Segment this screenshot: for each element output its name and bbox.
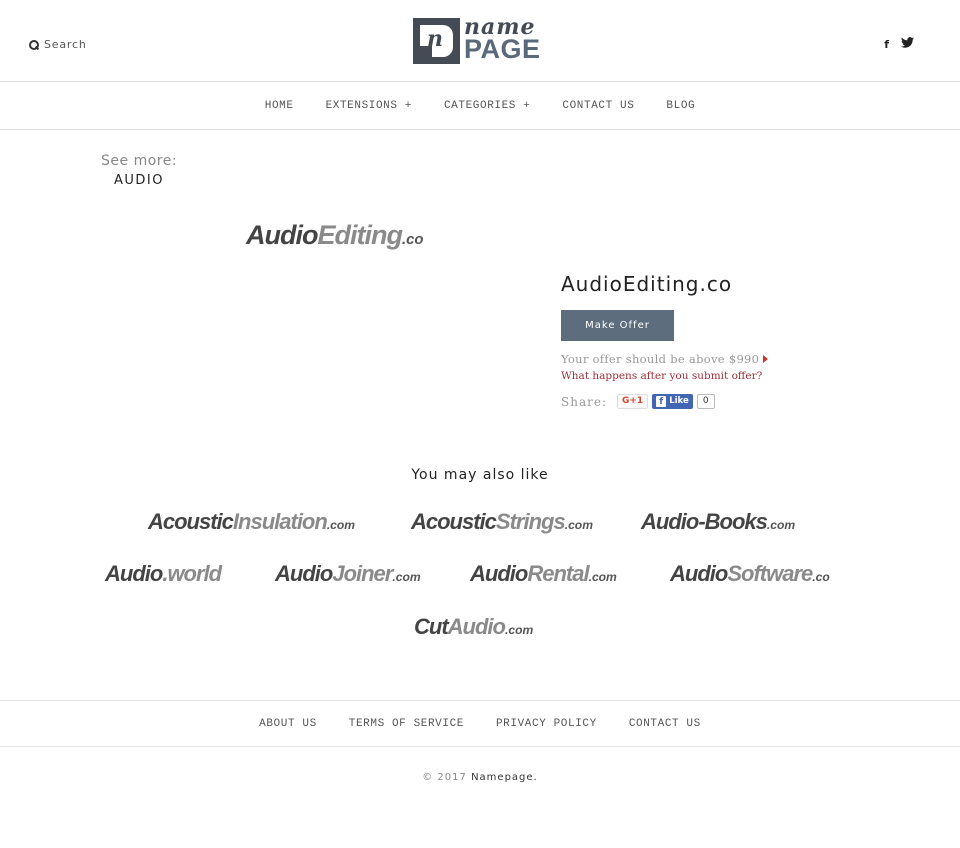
- footer-nav: ABOUT US TERMS OF SERVICE PRIVACY POLICY…: [0, 700, 960, 747]
- see-more-label: See more:: [101, 153, 178, 169]
- share-row: Share: G+1 f Like 0: [561, 394, 781, 409]
- related-domain-tld: .com: [326, 518, 356, 532]
- related-domain-part: Insulation: [232, 509, 328, 534]
- social-links: f: [884, 37, 914, 51]
- related-domain-part: Cut: [414, 614, 449, 639]
- facebook-like-label: Like: [669, 396, 689, 406]
- related-domain-item[interactable]: CutAudio.com: [414, 616, 533, 638]
- related-domain-item[interactable]: Audio.world: [105, 561, 222, 586]
- facebook-like-button[interactable]: f Like: [652, 394, 693, 409]
- logo-mark: n: [413, 18, 460, 64]
- copyright-text: © 2017: [422, 772, 467, 783]
- related-domain-item[interactable]: AudioJoiner.com: [275, 563, 421, 585]
- nav-extensions[interactable]: EXTENSIONS +: [326, 100, 412, 112]
- twitter-icon[interactable]: [901, 37, 914, 51]
- what-happens-link[interactable]: What happens after you submit offer?: [561, 370, 781, 382]
- related-domain-part: .world: [162, 561, 222, 586]
- related-domain-part: Audio: [447, 614, 506, 639]
- related-domain-part: Audio-Books: [641, 509, 768, 534]
- nav-home[interactable]: HOME: [265, 100, 294, 112]
- domain-title: AudioEditing.co: [561, 272, 733, 296]
- nav-blog[interactable]: BLOG: [666, 100, 695, 112]
- related-domain-tld: .co: [812, 570, 830, 584]
- domain-logo-part-b: Editing: [317, 220, 402, 250]
- google-plus-button[interactable]: G+1: [617, 394, 649, 409]
- footer-terms-of-service[interactable]: TERMS OF SERVICE: [349, 718, 464, 730]
- nav-contact-us[interactable]: CONTACT US: [562, 100, 634, 112]
- offer-panel: AudioEditing.co Make Offer Your offer sh…: [561, 272, 781, 409]
- related-domain-item[interactable]: AudioSoftware.co: [670, 563, 830, 585]
- related-domain-tld: .com: [392, 570, 421, 584]
- related-domain-part: Audio: [670, 561, 728, 586]
- related-domain-part: Audio: [470, 561, 528, 586]
- share-label: Share:: [561, 394, 607, 409]
- related-domain-part: Acoustic: [148, 509, 234, 534]
- footer-contact-us[interactable]: CONTACT US: [629, 718, 701, 730]
- related-domain-part: Software: [727, 561, 813, 586]
- logo-mark-letter: n: [427, 26, 443, 52]
- main-nav: HOME EXTENSIONS + CATEGORIES + CONTACT U…: [0, 83, 960, 130]
- related-domain-tld: .com: [504, 623, 534, 637]
- see-more: See more: AUDIO: [101, 153, 177, 188]
- facebook-icon[interactable]: f: [884, 38, 889, 51]
- related-domain-tld: .com: [766, 518, 796, 532]
- facebook-like-count: 0: [696, 394, 715, 409]
- domain-logo: AudioEditing.co: [246, 222, 423, 249]
- offer-hint-text: Your offer should be above $990: [561, 352, 760, 366]
- brand-link[interactable]: Namepage.: [471, 772, 538, 783]
- related-heading: You may also like: [411, 467, 549, 483]
- category-link-audio[interactable]: AUDIO: [114, 173, 177, 188]
- site-logo[interactable]: n name PAGE: [413, 16, 549, 65]
- related-domain-tld: .com: [564, 518, 593, 532]
- copyright: © 2017 Namepage.: [0, 772, 960, 783]
- related-domain-item[interactable]: AcousticStrings.com: [411, 511, 593, 533]
- related-domain-item[interactable]: AudioRental.com: [470, 563, 617, 585]
- search-icon: [29, 39, 39, 50]
- related-domain-tld: .com: [588, 570, 617, 584]
- footer-privacy-policy[interactable]: PRIVACY POLICY: [496, 718, 597, 730]
- search-label: Search: [44, 38, 87, 51]
- logo-text: name PAGE: [464, 16, 541, 64]
- related-domain-part: Rental: [527, 561, 589, 586]
- caret-right-icon[interactable]: [763, 355, 768, 363]
- footer-about-us[interactable]: ABOUT US: [259, 718, 317, 730]
- related-domain-part: Strings: [495, 509, 566, 534]
- related-domain-part: Audio: [275, 561, 333, 586]
- related-domain-item[interactable]: AcousticInsulation.com: [148, 511, 355, 533]
- make-offer-button[interactable]: Make Offer: [561, 310, 674, 341]
- related-domain-part: Acoustic: [411, 509, 497, 534]
- domain-logo-tld: .co: [401, 232, 424, 248]
- domain-logo-part-a: Audio: [246, 220, 318, 250]
- facebook-icon: f: [656, 396, 667, 407]
- related-domain-item[interactable]: Audio-Books.com: [641, 511, 795, 533]
- nav-categories[interactable]: CATEGORIES +: [444, 100, 530, 112]
- search-button[interactable]: Search: [29, 38, 87, 51]
- site-header: Search n name PAGE f: [0, 0, 960, 82]
- logo-line-page: PAGE: [464, 33, 541, 64]
- offer-hint: Your offer should be above $990: [561, 350, 771, 368]
- related-domain-part: Joiner: [332, 561, 393, 586]
- related-domain-part: Audio: [105, 561, 163, 586]
